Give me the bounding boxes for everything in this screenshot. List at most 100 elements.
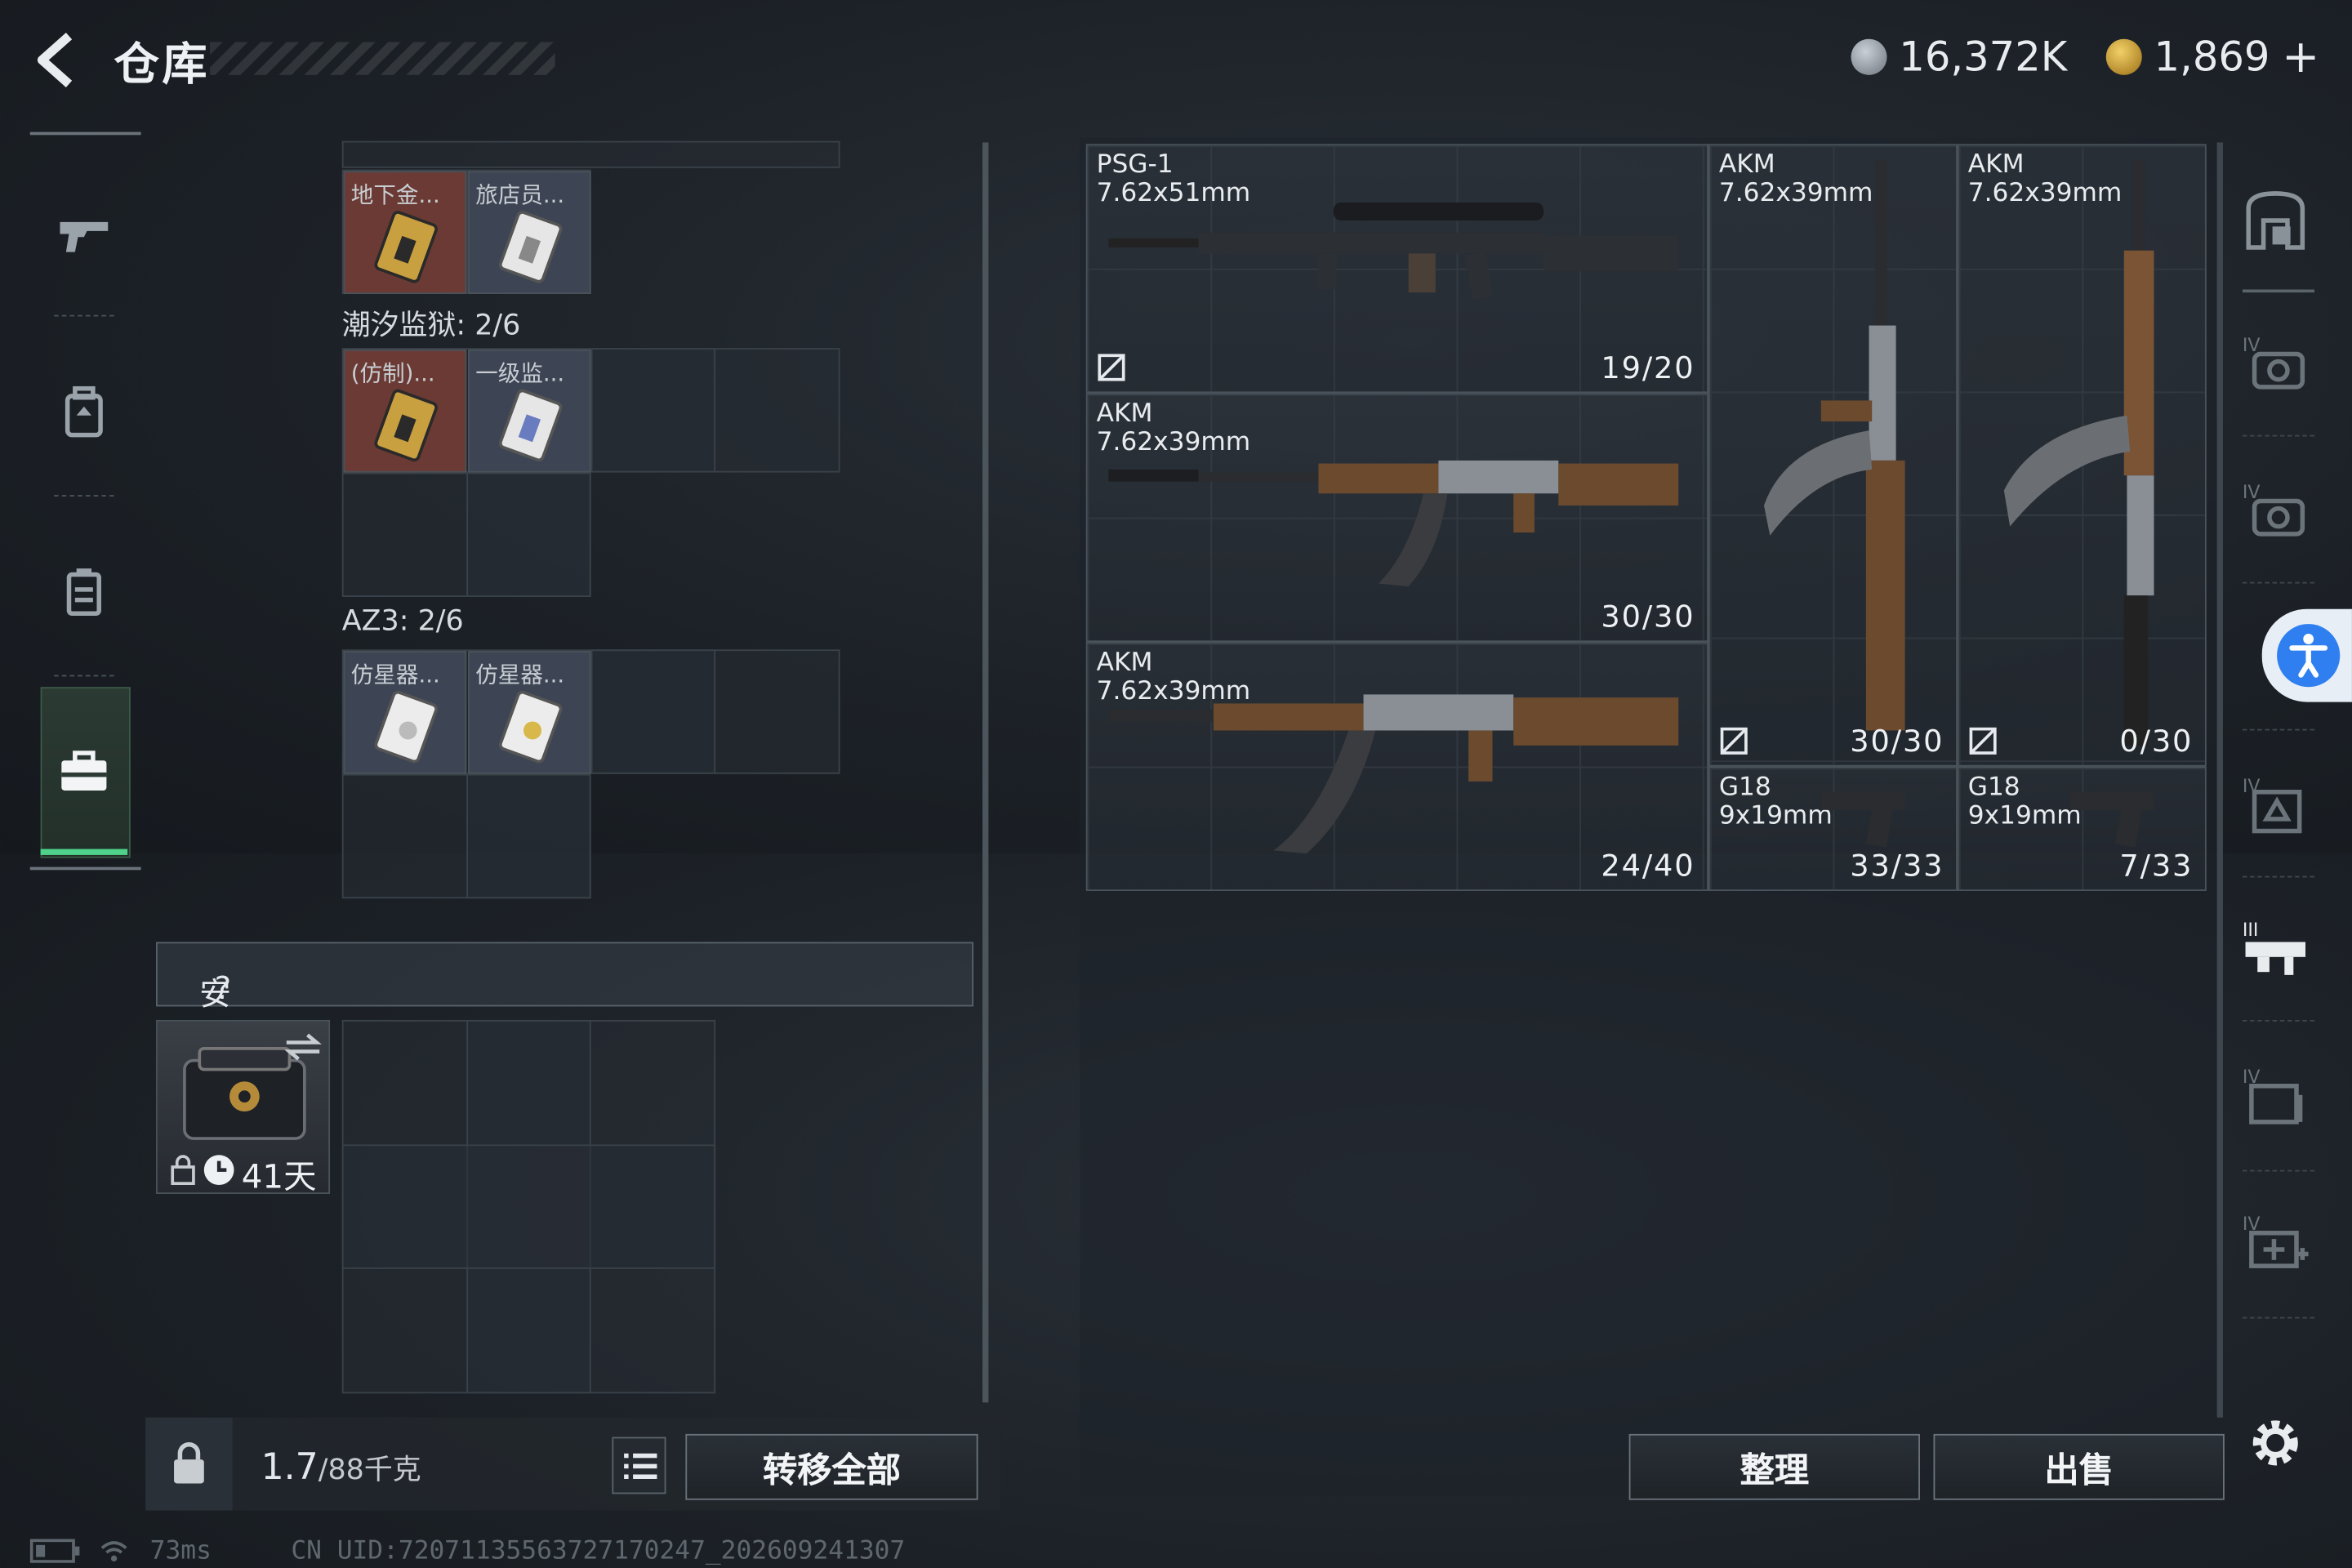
section-label: 潮汐监狱: 2/6 [341,309,521,342]
storage-icon[interactable] [2243,188,2309,254]
item-label: (仿制)... [350,359,435,387]
add-currency-button[interactable]: + [2282,31,2319,83]
item-card[interactable]: 一级监... [468,349,591,473]
keycard-icon [374,389,438,462]
sell-button[interactable]: 出售 [1933,1433,2225,1500]
weight-display: 1.7/88千克 [261,1446,421,1488]
safe-box-days: 41天 [241,1159,317,1195]
assault-rifle-vertical-icon [2003,160,2154,746]
helmet-category-icon[interactable]: IV [2243,330,2309,396]
nav-bottom-divider [29,866,141,871]
lock-icon [171,1155,195,1185]
right-scrollbar[interactable] [2216,142,2223,1418]
weight-max: /88千克 [318,1453,421,1487]
weapon-slot-akm-vertical[interactable]: AKM 7.62x39mm 30/30 [1708,144,1958,767]
clock-icon [203,1155,234,1185]
backpack-icon[interactable] [54,382,114,442]
accessibility-icon[interactable] [2277,624,2341,688]
partial-row-top [341,140,840,168]
safe-box-header: 安全箱: 0/9 ? [156,942,974,1142]
weapon-ammo: 7/33 [2119,847,2194,884]
keycard-icon [498,389,563,462]
weight-lock[interactable] [145,1417,233,1511]
pistol-icon[interactable] [54,204,114,264]
item-card[interactable]: 仿星器... [343,651,467,774]
assault-rifle-icon [1108,460,1679,587]
weapon-category-icon[interactable]: III [2243,915,2309,981]
sniper-rifle-icon [1108,202,1679,301]
help-icon[interactable]: ? [215,970,231,1006]
no-attachment-icon [1720,727,1748,755]
weapon-slot-akm[interactable]: AKM 7.62x39mm 30/30 [1085,393,1709,643]
category-separator [2242,434,2315,437]
category-separator [2242,1316,2315,1319]
battery-icon [29,1539,80,1563]
item-label: 地下金... [350,181,440,209]
weapon-slot-akm[interactable]: AKM 7.62x39mm 24/40 [1085,642,1709,891]
active-indicator [40,849,128,855]
wifi-icon [100,1541,127,1562]
grid-cell [590,348,716,473]
item-label: 仿星器... [475,661,565,689]
weapon-slot-g18[interactable]: G18 9x19mm 7/33 [1957,766,2207,891]
settings-gear-icon[interactable] [2243,1410,2309,1476]
back-arrow-icon[interactable] [27,30,81,90]
pistol-icon [2069,791,2154,848]
grid-cell [590,649,716,774]
currency-gold[interactable]: 1,869 + [2105,27,2319,87]
keycard-icon [498,211,563,283]
item-card[interactable]: 仿星器... [468,651,591,774]
weapon-ammo: 33/33 [1850,847,1944,884]
item-card[interactable]: 地下金... [343,171,467,294]
item-label: 仿星器... [350,661,440,689]
assault-rifle-icon [1108,694,1679,854]
vest-icon[interactable] [54,563,114,622]
svg-text:III: III [2243,920,2259,941]
safe-box-slot[interactable]: 41天 [156,1019,331,1195]
weapon-ammo: 0/30 [2119,723,2194,760]
swap-icon[interactable] [283,1031,323,1063]
backpack-category-icon[interactable]: IV [2243,771,2309,837]
medical-category-icon[interactable]: IV [2243,1209,2309,1275]
padlock-icon [174,1442,204,1484]
left-scrollbar[interactable] [982,142,989,1403]
category-separator [2242,289,2315,293]
nav-separator [54,675,114,677]
nav-separator [54,314,114,317]
gold-coin-icon [2105,38,2142,75]
page-title: 仓库 [114,38,211,92]
weapon-slot-akm-vertical[interactable]: AKM 7.62x39mm 0/30 [1957,144,2207,767]
category-separator [2242,1019,2315,1022]
pistol-icon [1820,791,1905,848]
grid-cell [466,773,591,899]
list-view-button[interactable] [612,1437,666,1494]
keycard-icon [374,690,438,764]
weapon-ammo: 30/30 [1850,723,1944,760]
item-card[interactable]: 旅店员... [468,171,591,294]
category-separator [2242,581,2315,584]
nav-top-divider [29,131,141,136]
item-card[interactable]: (仿制)... [343,349,467,473]
case-icon[interactable] [54,742,114,802]
grid-cell [466,472,591,598]
nav-separator [54,495,114,497]
ammo-category-icon[interactable]: IV [2243,1062,2309,1128]
weapon-ammo: 30/30 [1601,598,1695,635]
currency-silver-value: 16,372K [1899,33,2068,81]
item-label: 旅店员... [475,181,565,209]
armor-category-icon[interactable]: IV [2243,477,2309,543]
assault-rifle-vertical-icon [1763,160,1905,731]
category-separator [2242,1169,2315,1172]
no-attachment-icon [1098,354,1125,381]
section-label: AZ3: 2/6 [341,604,464,638]
keycard-icon [498,690,563,764]
list-icon [624,1453,657,1479]
weight-value: 1.7 [261,1446,318,1489]
weapon-slot-g18[interactable]: G18 9x19mm 33/33 [1708,766,1958,891]
currency-silver: 16,372K [1851,27,2067,87]
transfer-all-button[interactable]: 转移全部 [685,1433,978,1500]
weapon-slot-psg1[interactable]: PSG-1 7.62x51mm 19/20 [1085,144,1709,394]
no-attachment-icon [1969,727,1997,755]
category-separator [2242,728,2315,731]
organize-button[interactable]: 整理 [1628,1433,1920,1500]
